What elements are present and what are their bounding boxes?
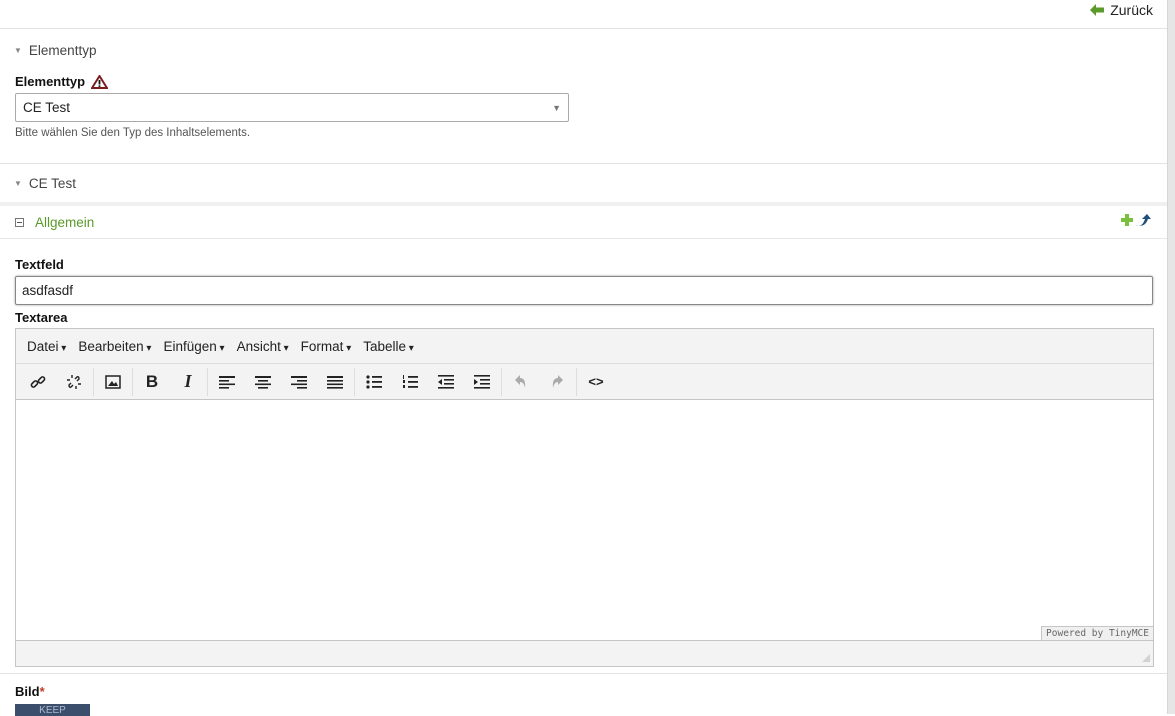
bullet-list-icon xyxy=(366,374,382,389)
select-value: CE Test xyxy=(23,100,71,115)
align-justify-icon xyxy=(327,375,343,389)
redo-button[interactable] xyxy=(539,367,575,397)
image-icon xyxy=(105,374,121,389)
italic-button[interactable]: I xyxy=(170,367,206,397)
toolbar-separator xyxy=(93,367,94,396)
collapse-minus-icon[interactable] xyxy=(15,217,24,227)
menu-format[interactable]: Format xyxy=(295,339,358,354)
editor-menubar: Datei Bearbeiten Einfügen Ansicht Format… xyxy=(16,329,1153,364)
arrow-up-curved-icon[interactable] xyxy=(1135,214,1151,228)
outdent-icon xyxy=(438,374,454,389)
align-left-button[interactable] xyxy=(209,367,245,397)
link-icon xyxy=(30,375,46,388)
toolbar-separator xyxy=(354,367,355,396)
label-text: Bild xyxy=(15,684,40,699)
bullet-list-button[interactable] xyxy=(356,367,392,397)
image-text: KEEP xyxy=(39,705,66,716)
elementtyp-select[interactable]: CE Test ▼ xyxy=(15,93,569,122)
menu-tabelle[interactable]: Tabelle xyxy=(357,339,420,354)
undo-button[interactable] xyxy=(503,367,539,397)
section-title: CE Test xyxy=(28,175,76,191)
numbered-list-button[interactable] xyxy=(392,367,428,397)
redo-icon xyxy=(552,374,563,388)
label-text: Elementtyp xyxy=(15,74,86,89)
rich-text-editor: Datei Bearbeiten Einfügen Ansicht Format… xyxy=(15,328,1154,667)
group-title: Allgemein xyxy=(35,214,95,230)
section-header-elementtyp[interactable]: ▼ Elementtyp xyxy=(0,29,1167,71)
required-mark: * xyxy=(39,684,45,699)
align-center-icon xyxy=(255,375,271,389)
toolbar-separator xyxy=(132,367,133,396)
arrow-left-icon xyxy=(1090,4,1105,16)
code-icon: <> xyxy=(588,374,604,389)
editor-statusbar xyxy=(16,641,1153,665)
link-button[interactable] xyxy=(20,367,56,397)
textarea-label: Textarea xyxy=(15,310,68,325)
group-header-allgemein[interactable]: Allgemein xyxy=(0,206,1167,239)
warning-icon xyxy=(91,74,109,89)
main-content: Zurück ▼ Elementtyp Elementtyp CE Test ▼… xyxy=(0,0,1167,716)
resize-handle-icon[interactable] xyxy=(1142,654,1150,662)
numbered-list-icon xyxy=(403,374,418,388)
divider xyxy=(0,139,1167,164)
undo-icon xyxy=(515,374,526,388)
align-right-button[interactable] xyxy=(281,367,317,397)
divider xyxy=(0,667,1167,674)
bold-button[interactable]: B xyxy=(134,367,170,397)
menu-einfuegen[interactable]: Einfügen xyxy=(157,339,230,354)
chevron-down-icon: ▼ xyxy=(552,102,561,113)
editor-content-area[interactable]: Powered by TinyMCE xyxy=(16,400,1153,641)
section-header-ce-test[interactable]: ▼ CE Test xyxy=(0,164,1167,202)
powered-by-tinymce-link[interactable]: Powered by TinyMCE xyxy=(1041,626,1153,640)
back-button[interactable]: Zurück xyxy=(1090,2,1153,18)
align-justify-button[interactable] xyxy=(317,367,353,397)
scrollbar[interactable] xyxy=(1167,0,1175,714)
outdent-button[interactable] xyxy=(428,367,464,397)
elementtyp-label: Elementtyp xyxy=(15,74,1152,89)
indent-icon xyxy=(474,374,490,389)
toolbar-separator xyxy=(501,367,502,396)
bild-label: Bild* xyxy=(15,684,1152,699)
section-title: Elementtyp xyxy=(28,42,97,58)
source-code-button[interactable]: <> xyxy=(578,367,614,397)
textfeld-label: Textfeld xyxy=(15,257,64,272)
image-button[interactable] xyxy=(95,367,131,397)
italic-icon: I xyxy=(184,371,192,391)
textfeld-input[interactable]: asdfasdf xyxy=(15,276,1153,305)
bold-icon: B xyxy=(145,371,159,391)
indent-button[interactable] xyxy=(464,367,500,397)
editor-toolbar: B I <> xyxy=(16,364,1153,400)
menu-ansicht[interactable]: Ansicht xyxy=(231,339,295,354)
image-thumbnail[interactable]: KEEP xyxy=(15,704,90,716)
toolbar-separator xyxy=(576,367,577,396)
unlink-button[interactable] xyxy=(56,367,92,397)
plus-icon[interactable] xyxy=(1121,214,1133,226)
collapse-triangle-icon: ▼ xyxy=(14,45,22,55)
collapse-triangle-icon: ▼ xyxy=(14,178,22,188)
top-bar: Zurück xyxy=(0,0,1167,29)
menu-bearbeiten[interactable]: Bearbeiten xyxy=(72,339,157,354)
back-label: Zurück xyxy=(1110,2,1153,18)
align-right-icon xyxy=(291,375,307,389)
align-center-button[interactable] xyxy=(245,367,281,397)
toolbar-separator xyxy=(207,367,208,396)
menu-datei[interactable]: Datei xyxy=(21,339,72,354)
unlink-icon xyxy=(67,374,81,389)
align-left-icon xyxy=(219,375,235,389)
help-text: Bitte wählen Sie den Typ des Inhaltselem… xyxy=(15,127,251,139)
